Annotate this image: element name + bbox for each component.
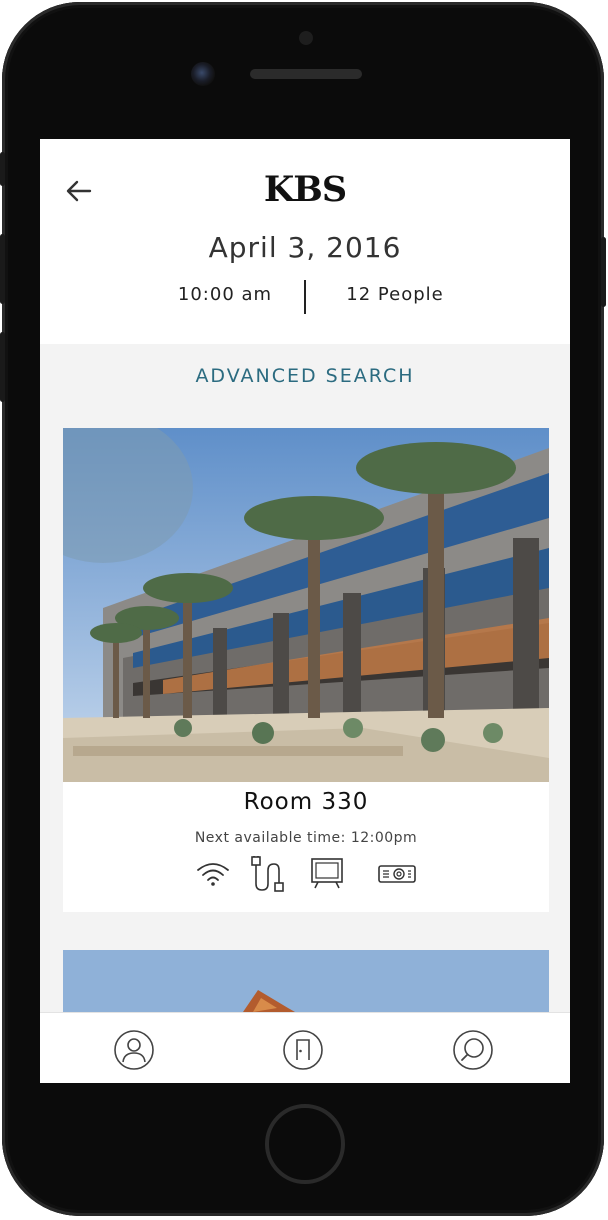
booking-people-count: 12 People <box>346 284 444 305</box>
advanced-search-link[interactable]: ADVANCED SEARCH <box>40 365 570 387</box>
booking-time: 10:00 am <box>177 284 273 305</box>
booking-date: April 3, 2016 <box>208 231 402 264</box>
projector-icon <box>377 856 417 892</box>
front-camera <box>191 62 215 86</box>
room-card[interactable]: Room 330 Next available time: 12:00pm <box>63 428 549 912</box>
booking-header: KBS April 3, 2016 10:00 am 12 People <box>40 139 570 344</box>
volume-down-button <box>0 332 5 402</box>
room-name: Room 330 <box>243 789 369 815</box>
power-cable-icon <box>248 854 284 892</box>
header-divider <box>304 280 306 314</box>
bottom-tab-bar <box>40 1012 570 1083</box>
home-button[interactable] <box>265 1104 345 1184</box>
kbs-logo: KBS <box>263 169 347 210</box>
proximity-sensor <box>299 31 313 45</box>
wifi-icon <box>195 856 231 892</box>
earpiece-speaker <box>250 69 362 79</box>
power-button <box>601 237 606 307</box>
tv-icon <box>309 856 345 892</box>
mute-switch <box>0 152 5 186</box>
search-icon[interactable] <box>452 1029 494 1071</box>
volume-up-button <box>0 234 5 304</box>
next-available-time: Next available time: 12:00pm <box>194 830 418 846</box>
profile-icon[interactable] <box>113 1029 155 1071</box>
app-screen: KBS April 3, 2016 10:00 am 12 People ADV… <box>40 139 570 1083</box>
room-photo <box>63 428 549 782</box>
door-icon[interactable] <box>282 1029 324 1071</box>
